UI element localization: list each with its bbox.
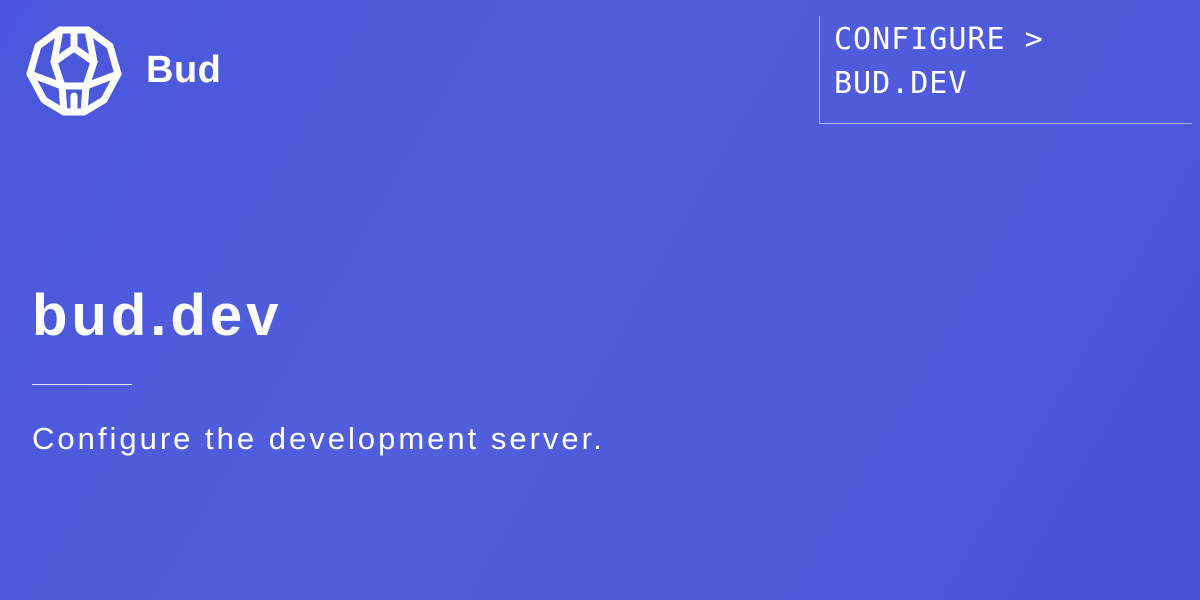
breadcrumb: CONFIGURE > BUD.DEV — [819, 16, 1192, 124]
divider — [32, 384, 132, 385]
page-title: bud.dev — [32, 283, 283, 348]
breadcrumb-item-bud-dev: BUD.DEV — [834, 66, 968, 101]
breadcrumb-text: CONFIGURE > BUD.DEV — [834, 18, 1044, 106]
breadcrumb-item-configure: CONFIGURE > — [834, 22, 1044, 57]
brand-name: Bud — [146, 49, 222, 91]
page-subtitle: Configure the development server. — [32, 421, 605, 456]
honeycomb-logo-icon — [26, 26, 122, 116]
